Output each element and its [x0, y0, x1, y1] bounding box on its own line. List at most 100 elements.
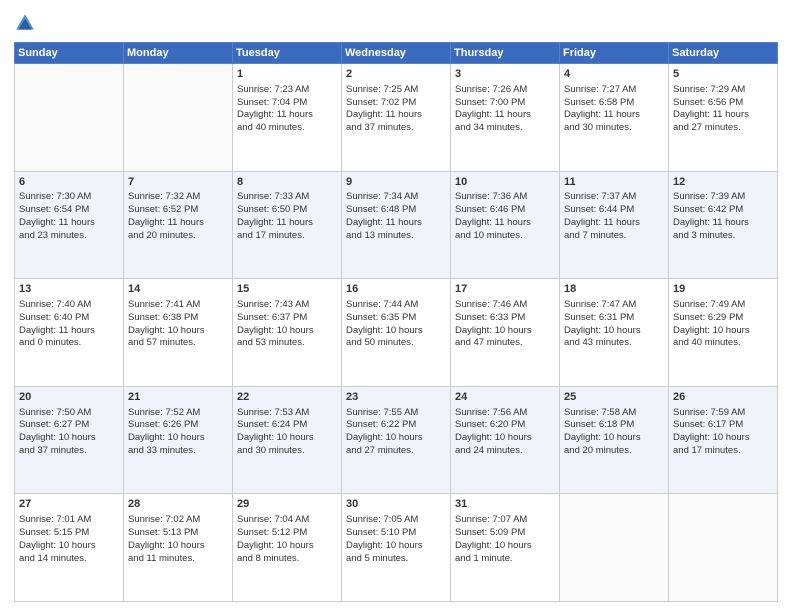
day-number: 15: [237, 282, 337, 297]
day-number: 30: [346, 497, 446, 512]
day-info: Sunrise: 7:37 AM: [564, 191, 664, 204]
calendar-cell: 24Sunrise: 7:56 AMSunset: 6:20 PMDayligh…: [451, 386, 560, 494]
day-info: Sunset: 6:18 PM: [564, 419, 664, 432]
day-info: Sunset: 6:48 PM: [346, 204, 446, 217]
day-number: 20: [19, 390, 119, 405]
day-number: 12: [673, 175, 773, 190]
calendar-cell: 13Sunrise: 7:40 AMSunset: 6:40 PMDayligh…: [15, 279, 124, 387]
day-info: and 20 minutes.: [564, 445, 664, 458]
calendar-cell: 5Sunrise: 7:29 AMSunset: 6:56 PMDaylight…: [669, 64, 778, 172]
day-number: 5: [673, 67, 773, 82]
day-info: Daylight: 10 hours: [455, 325, 555, 338]
day-info: Daylight: 10 hours: [673, 325, 773, 338]
day-info: Sunrise: 7:33 AM: [237, 191, 337, 204]
day-info: Daylight: 10 hours: [19, 432, 119, 445]
day-number: 25: [564, 390, 664, 405]
calendar-row-0: 1Sunrise: 7:23 AMSunset: 7:04 PMDaylight…: [15, 64, 778, 172]
day-info: Sunset: 6:52 PM: [128, 204, 228, 217]
header: [14, 12, 778, 34]
day-info: and 8 minutes.: [237, 553, 337, 566]
day-info: Sunrise: 7:36 AM: [455, 191, 555, 204]
day-info: and 17 minutes.: [237, 230, 337, 243]
day-info: and 5 minutes.: [346, 553, 446, 566]
day-info: Daylight: 11 hours: [455, 217, 555, 230]
day-info: Sunrise: 7:34 AM: [346, 191, 446, 204]
day-info: and 34 minutes.: [455, 122, 555, 135]
calendar-row-4: 27Sunrise: 7:01 AMSunset: 5:15 PMDayligh…: [15, 494, 778, 602]
day-number: 19: [673, 282, 773, 297]
day-number: 14: [128, 282, 228, 297]
day-info: and 11 minutes.: [128, 553, 228, 566]
day-info: Daylight: 10 hours: [237, 432, 337, 445]
day-info: Sunset: 6:24 PM: [237, 419, 337, 432]
day-info: and 50 minutes.: [346, 337, 446, 350]
weekday-header-thursday: Thursday: [451, 43, 560, 64]
calendar-cell: 9Sunrise: 7:34 AMSunset: 6:48 PMDaylight…: [342, 171, 451, 279]
day-info: and 37 minutes.: [346, 122, 446, 135]
day-info: and 7 minutes.: [564, 230, 664, 243]
weekday-header-friday: Friday: [560, 43, 669, 64]
day-info: Sunset: 7:00 PM: [455, 97, 555, 110]
day-info: Daylight: 11 hours: [673, 109, 773, 122]
calendar-cell: 14Sunrise: 7:41 AMSunset: 6:38 PMDayligh…: [124, 279, 233, 387]
calendar-cell: [560, 494, 669, 602]
calendar-cell: 31Sunrise: 7:07 AMSunset: 5:09 PMDayligh…: [451, 494, 560, 602]
day-info: Sunset: 6:58 PM: [564, 97, 664, 110]
calendar-cell: 7Sunrise: 7:32 AMSunset: 6:52 PMDaylight…: [124, 171, 233, 279]
day-number: 17: [455, 282, 555, 297]
day-info: Sunset: 6:42 PM: [673, 204, 773, 217]
calendar-cell: 27Sunrise: 7:01 AMSunset: 5:15 PMDayligh…: [15, 494, 124, 602]
day-number: 28: [128, 497, 228, 512]
day-info: Sunrise: 7:39 AM: [673, 191, 773, 204]
day-info: Daylight: 10 hours: [237, 325, 337, 338]
day-info: Sunrise: 7:05 AM: [346, 514, 446, 527]
logo: [14, 12, 40, 34]
day-info: Daylight: 10 hours: [128, 540, 228, 553]
day-number: 31: [455, 497, 555, 512]
day-info: Sunset: 6:50 PM: [237, 204, 337, 217]
calendar-cell: 10Sunrise: 7:36 AMSunset: 6:46 PMDayligh…: [451, 171, 560, 279]
logo-icon: [14, 12, 36, 34]
day-number: 29: [237, 497, 337, 512]
day-number: 9: [346, 175, 446, 190]
day-info: and 27 minutes.: [346, 445, 446, 458]
day-info: and 30 minutes.: [237, 445, 337, 458]
day-info: Sunset: 7:02 PM: [346, 97, 446, 110]
day-info: Daylight: 10 hours: [564, 325, 664, 338]
day-info: Sunset: 5:15 PM: [19, 527, 119, 540]
day-number: 18: [564, 282, 664, 297]
day-number: 6: [19, 175, 119, 190]
calendar-cell: 15Sunrise: 7:43 AMSunset: 6:37 PMDayligh…: [233, 279, 342, 387]
day-info: and 30 minutes.: [564, 122, 664, 135]
calendar-cell: 22Sunrise: 7:53 AMSunset: 6:24 PMDayligh…: [233, 386, 342, 494]
day-info: Daylight: 10 hours: [673, 432, 773, 445]
day-info: and 37 minutes.: [19, 445, 119, 458]
day-number: 16: [346, 282, 446, 297]
day-info: and 23 minutes.: [19, 230, 119, 243]
day-info: Sunrise: 7:29 AM: [673, 84, 773, 97]
day-number: 23: [346, 390, 446, 405]
day-number: 21: [128, 390, 228, 405]
day-info: Sunset: 6:37 PM: [237, 312, 337, 325]
day-info: Sunset: 6:33 PM: [455, 312, 555, 325]
calendar-cell: 23Sunrise: 7:55 AMSunset: 6:22 PMDayligh…: [342, 386, 451, 494]
calendar-cell: 4Sunrise: 7:27 AMSunset: 6:58 PMDaylight…: [560, 64, 669, 172]
day-info: Sunrise: 7:25 AM: [346, 84, 446, 97]
day-number: 8: [237, 175, 337, 190]
day-number: 2: [346, 67, 446, 82]
day-info: and 43 minutes.: [564, 337, 664, 350]
page: SundayMondayTuesdayWednesdayThursdayFrid…: [0, 0, 792, 612]
day-info: Sunrise: 7:44 AM: [346, 299, 446, 312]
day-number: 26: [673, 390, 773, 405]
day-info: Sunset: 5:10 PM: [346, 527, 446, 540]
day-info: Sunset: 6:54 PM: [19, 204, 119, 217]
day-info: Daylight: 11 hours: [237, 217, 337, 230]
day-info: and 0 minutes.: [19, 337, 119, 350]
day-number: 13: [19, 282, 119, 297]
day-info: Sunrise: 7:01 AM: [19, 514, 119, 527]
calendar-cell: 8Sunrise: 7:33 AMSunset: 6:50 PMDaylight…: [233, 171, 342, 279]
calendar-row-3: 20Sunrise: 7:50 AMSunset: 6:27 PMDayligh…: [15, 386, 778, 494]
calendar-cell: 1Sunrise: 7:23 AMSunset: 7:04 PMDaylight…: [233, 64, 342, 172]
day-info: Sunset: 6:31 PM: [564, 312, 664, 325]
day-info: Sunrise: 7:53 AM: [237, 407, 337, 420]
